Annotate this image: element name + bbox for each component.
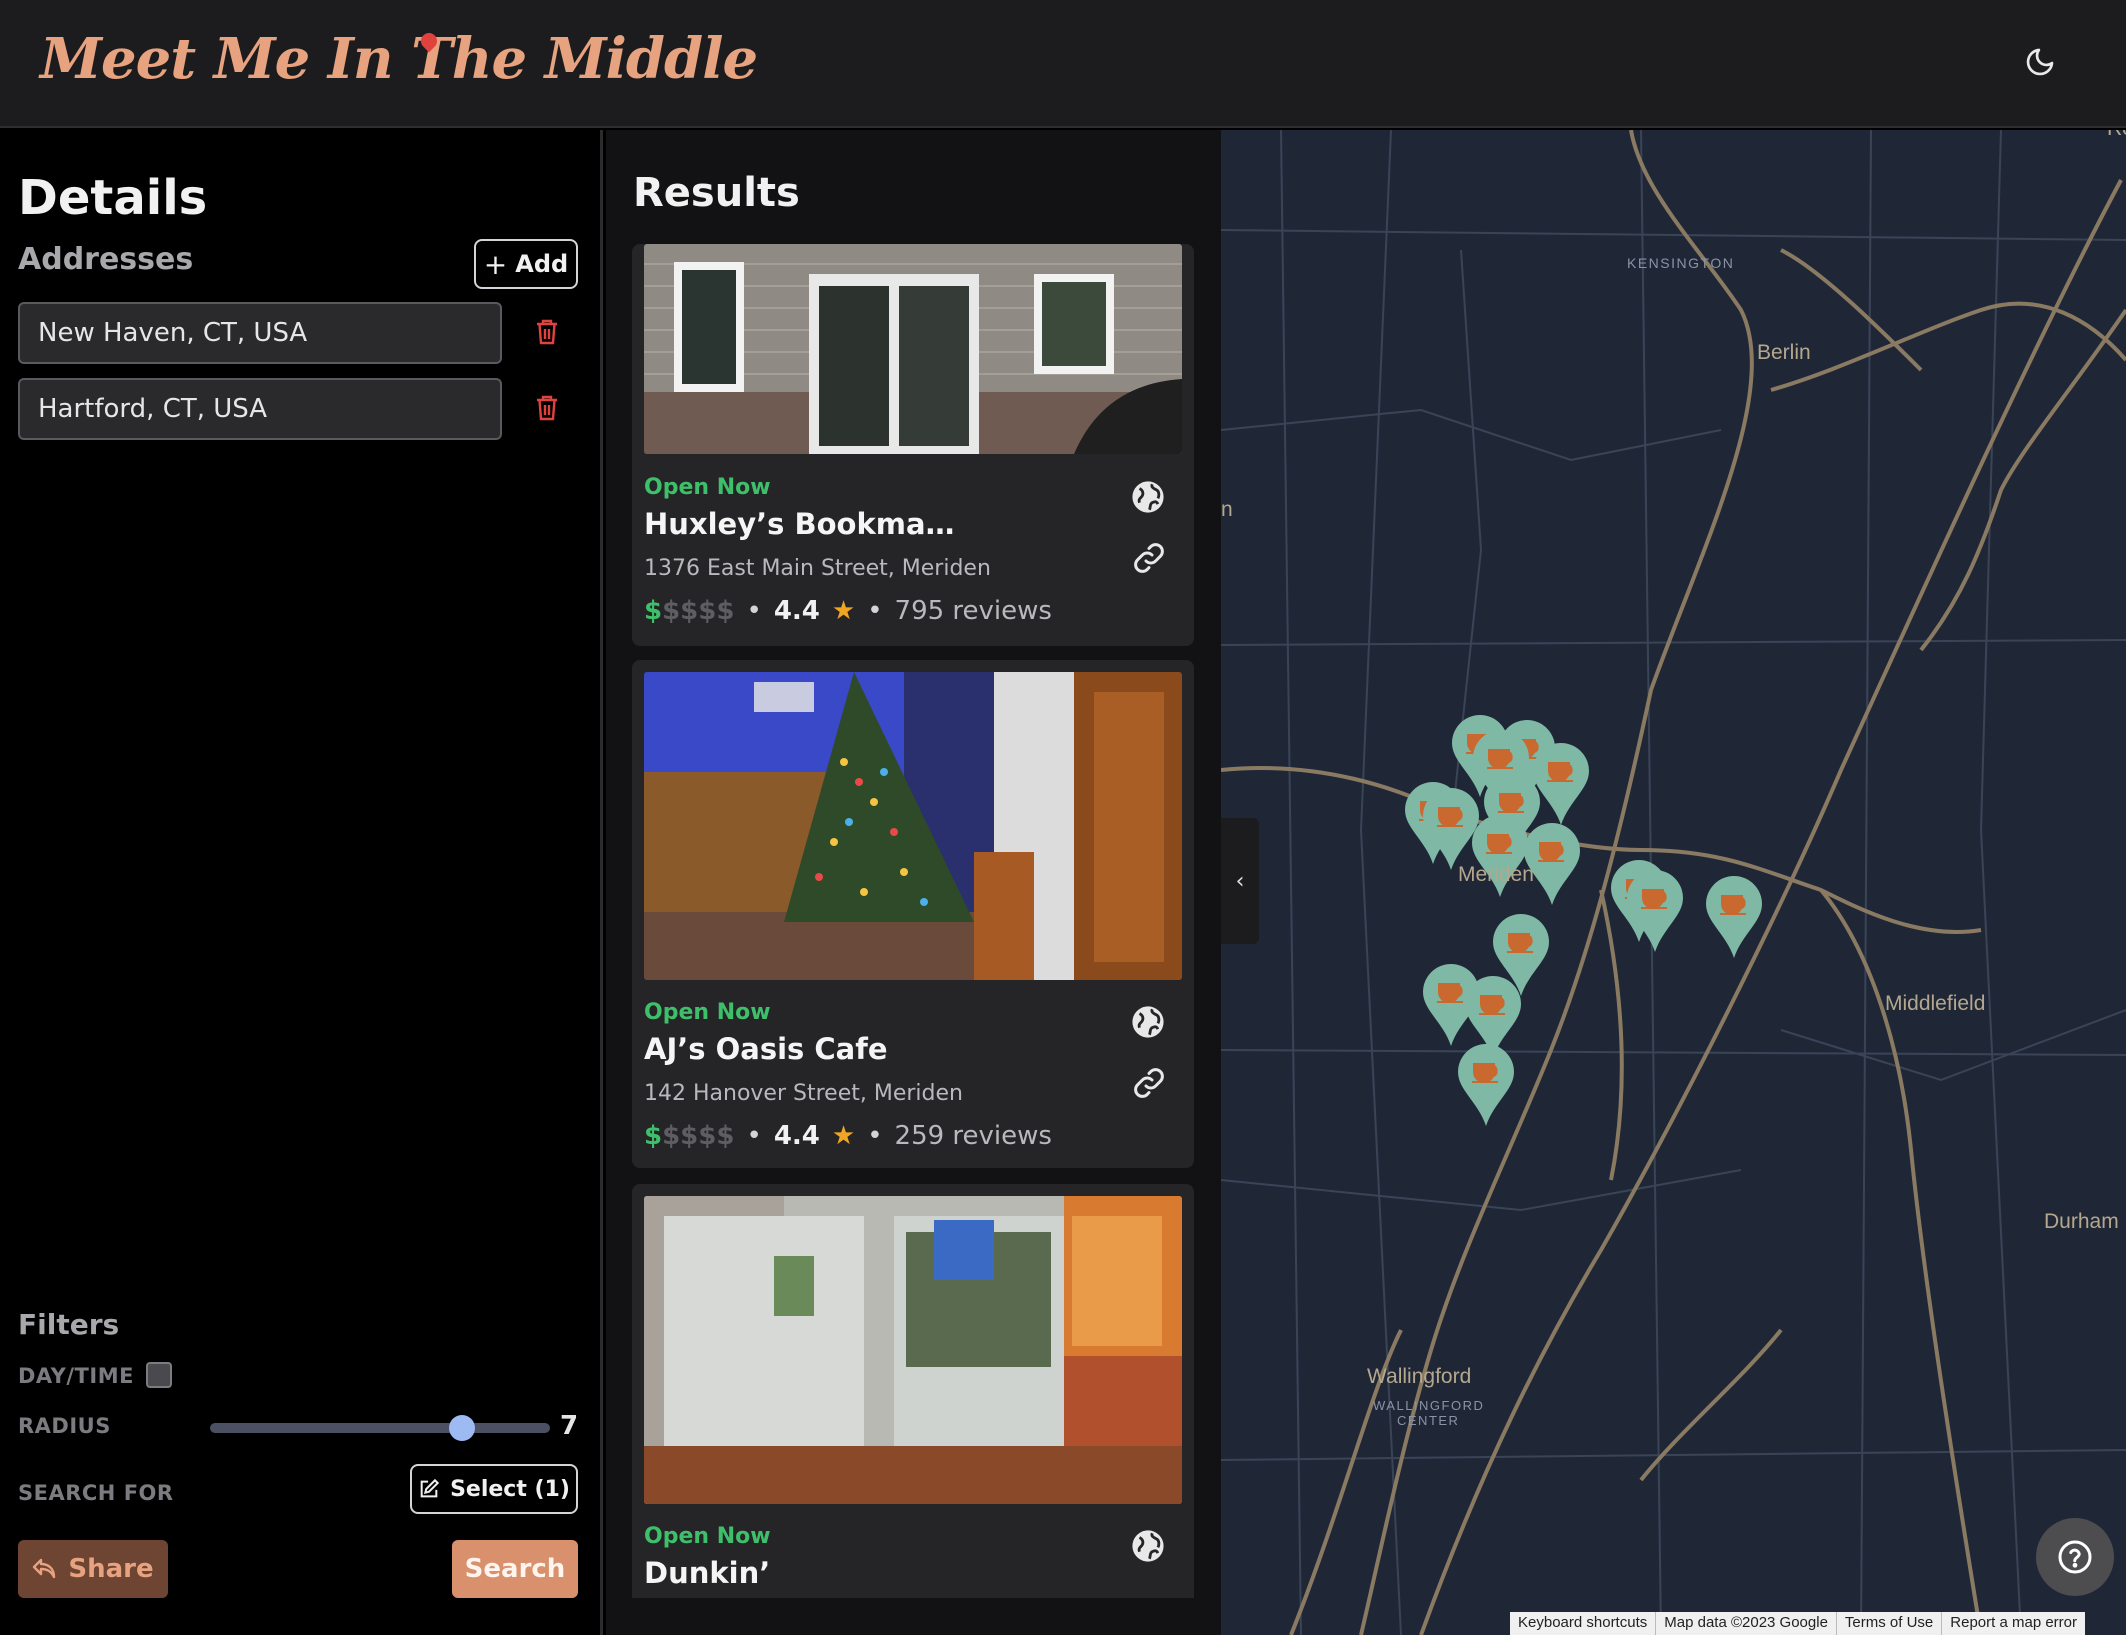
radius-slider-thumb[interactable] [448, 1415, 475, 1441]
trash-icon[interactable] [536, 395, 558, 421]
map-label-durham: Durham [2044, 1210, 2119, 1233]
map-label-meriden: Meriden [1458, 863, 1534, 886]
search-for-label: SEARCH FOR [18, 1481, 174, 1505]
results-title: Results [633, 170, 800, 216]
share-icon [33, 1558, 56, 1579]
open-status: Open Now [644, 1000, 771, 1025]
map-label-partial-top: Ro [2107, 130, 2126, 140]
link-icon[interactable] [1131, 540, 1167, 576]
map-label-wallingford-center-1: WALLINGFORD [1373, 1398, 1484, 1413]
help-icon [2058, 1540, 2092, 1574]
radius-slider-track[interactable] [210, 1423, 550, 1433]
app-header: Meet Me In The Middle [0, 0, 2126, 128]
report-error-link[interactable]: Report a map error [1942, 1612, 2085, 1635]
map-label-berlin: Berlin [1757, 341, 1811, 364]
daytime-label: DAY/TIME [18, 1364, 134, 1388]
map-label-kensington: KENSINGTON [1627, 255, 1734, 271]
results-list[interactable]: Open Now Huxley’s Bookma… 1376 East Main… [632, 244, 1202, 1598]
share-button[interactable]: Share [18, 1540, 168, 1598]
radius-label: RADIUS [18, 1414, 111, 1438]
share-button-label: Share [68, 1554, 154, 1584]
filters-heading: Filters [18, 1308, 120, 1341]
add-address-button[interactable]: + Add [474, 239, 578, 289]
review-count: 259 reviews [894, 1121, 1052, 1151]
map-label-wallingford: Wallingford [1367, 1365, 1471, 1388]
chevron-left-icon: ‹ [1235, 868, 1245, 894]
details-title: Details [18, 170, 208, 226]
globe-icon[interactable] [1131, 1529, 1165, 1563]
results-panel: Results Open Now Huxley’s Bookma… 1376 E… [606, 130, 1221, 1635]
result-card[interactable]: Open Now Huxley’s Bookma… 1376 East Main… [632, 244, 1194, 646]
place-name[interactable]: Dunkin’ [644, 1556, 770, 1590]
map-canvas: KENSINGTON Berlin Meriden Middlefield Du… [1221, 130, 2126, 1635]
place-name[interactable]: Huxley’s Bookma… [644, 507, 955, 541]
search-button[interactable]: Search [452, 1540, 578, 1598]
link-icon[interactable] [1131, 1065, 1167, 1101]
map-view[interactable]: KENSINGTON Berlin Meriden Middlefield Du… [1221, 130, 2126, 1635]
open-status: Open Now [644, 475, 771, 500]
price-remaining: $$$$ [662, 596, 735, 626]
radius-value: 7 [560, 1411, 579, 1441]
plus-icon: + [483, 247, 508, 281]
add-button-label: Add [515, 250, 569, 278]
open-status: Open Now [644, 1524, 771, 1549]
map-label-middlefield: Middlefield [1885, 992, 1985, 1015]
addresses-label: Addresses [18, 242, 194, 277]
map-label-partial-left: n [1221, 498, 1233, 521]
select-button-label: Select (1) [450, 1476, 570, 1502]
result-photo [644, 1196, 1182, 1504]
address-input-1[interactable]: New Haven, CT, USA [18, 302, 502, 364]
map-label-wallingford-center-2: CENTER [1397, 1413, 1459, 1428]
globe-icon[interactable] [1131, 480, 1165, 514]
price-remaining: $$$$ [662, 1121, 735, 1151]
result-card[interactable]: Open Now AJ’s Oasis Cafe 142 Hanover Str… [632, 660, 1194, 1168]
globe-icon[interactable] [1131, 1005, 1165, 1039]
rating-value: 4.4 [773, 1121, 820, 1151]
star-icon: ★ [831, 1121, 856, 1151]
place-meta: $$$$$ • 4.4 ★ • 259 reviews [644, 1121, 1052, 1151]
details-panel: Details Addresses + Add New Haven, CT, U… [0, 130, 603, 1635]
terms-link[interactable]: Terms of Use [1837, 1612, 1943, 1635]
app-logo[interactable]: Meet Me In The Middle [40, 26, 758, 92]
rating-value: 4.4 [773, 596, 820, 626]
result-photo [644, 672, 1182, 980]
place-meta: $$$$$ • 4.4 ★ • 795 reviews [644, 596, 1052, 626]
map-attribution: Keyboard shortcuts Map data ©2023 Google… [1510, 1612, 2085, 1635]
trash-icon[interactable] [536, 319, 558, 345]
daytime-checkbox[interactable] [146, 1362, 172, 1388]
price-level: $ [644, 1121, 663, 1151]
moon-icon[interactable] [2024, 46, 2056, 78]
keyboard-shortcuts-link[interactable]: Keyboard shortcuts [1510, 1612, 1657, 1635]
price-level: $ [644, 596, 663, 626]
address-input-2[interactable]: Hartford, CT, USA [18, 378, 502, 440]
help-button[interactable] [2036, 1518, 2114, 1596]
place-address: 142 Hanover Street, Meriden [644, 1081, 963, 1106]
place-name[interactable]: AJ’s Oasis Cafe [644, 1032, 888, 1066]
collapse-panel-button[interactable]: ‹ [1221, 818, 1259, 944]
select-categories-button[interactable]: Select (1) [410, 1464, 578, 1514]
place-address: 1376 East Main Street, Meriden [644, 556, 991, 581]
edit-icon [420, 1478, 440, 1498]
result-photo [644, 244, 1182, 454]
star-icon: ★ [831, 596, 856, 626]
review-count: 795 reviews [894, 596, 1052, 626]
result-card[interactable]: Open Now Dunkin’ [632, 1184, 1194, 1598]
map-markers [1405, 715, 1762, 1126]
map-data-text: Map data ©2023 Google [1656, 1612, 1837, 1635]
